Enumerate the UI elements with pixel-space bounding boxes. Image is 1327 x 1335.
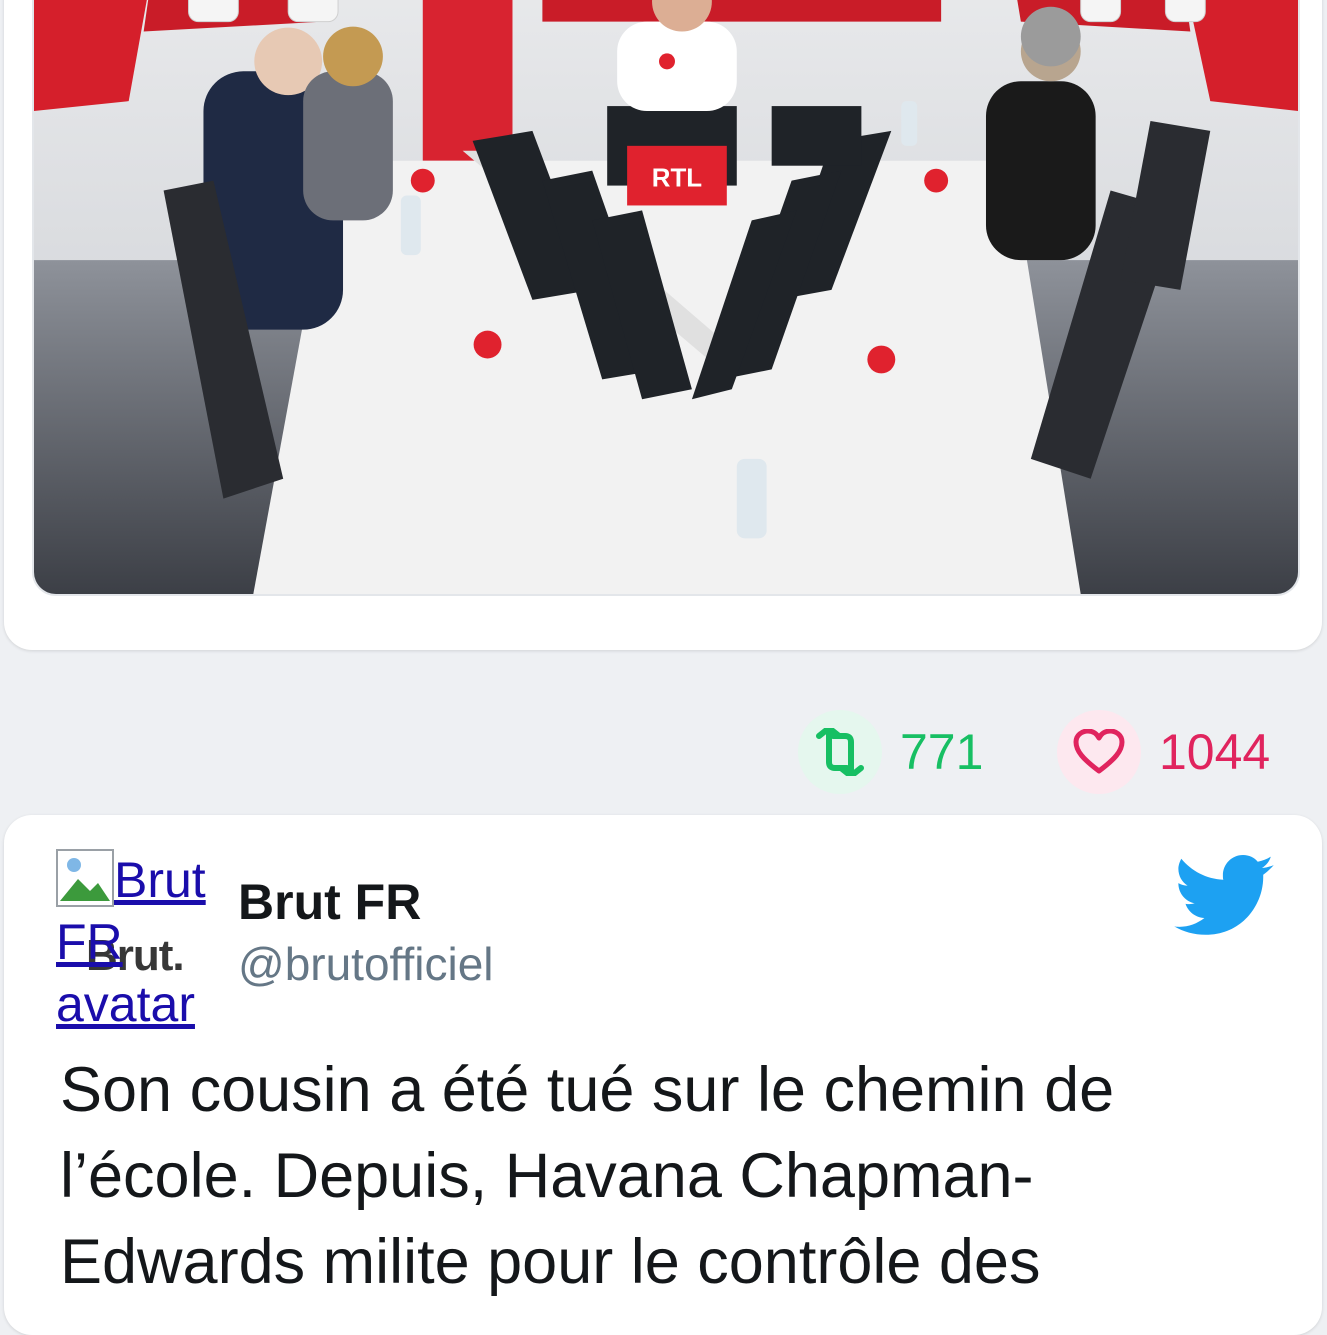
rtl-sign: RTL: [652, 165, 702, 193]
retweet-button[interactable]: 771: [798, 710, 983, 794]
heart-icon-circle: [1057, 710, 1141, 794]
retweet-icon-circle: [798, 710, 882, 794]
twitter-bird-icon[interactable]: [1174, 855, 1276, 939]
like-count: 1044: [1159, 724, 1271, 780]
tweet-media-image[interactable]: RTL: [32, 0, 1300, 596]
tweet-text: Son cousin a été tué sur le chemin de l’…: [60, 1055, 1115, 1297]
radio-studio-photo: RTL: [34, 0, 1298, 594]
retweet-icon: [816, 728, 864, 776]
heart-icon: [1073, 729, 1125, 774]
like-button[interactable]: 1044: [1057, 710, 1270, 794]
avatar-link[interactable]: Brut. Brut FR avatar: [56, 849, 221, 1032]
tweet-actions-bar: 771 1044: [0, 710, 1327, 794]
avatar-alt-text: Brut FR avatar: [56, 852, 206, 1032]
tweet-card-previous: RTL: [4, 0, 1322, 650]
author-name[interactable]: Brut FR: [238, 873, 421, 931]
retweet-count: 771: [900, 724, 984, 780]
tweet-card: Brut. Brut FR avatar Brut FR @brutoffici…: [4, 815, 1322, 1335]
author-handle[interactable]: @brutofficiel: [238, 937, 494, 991]
